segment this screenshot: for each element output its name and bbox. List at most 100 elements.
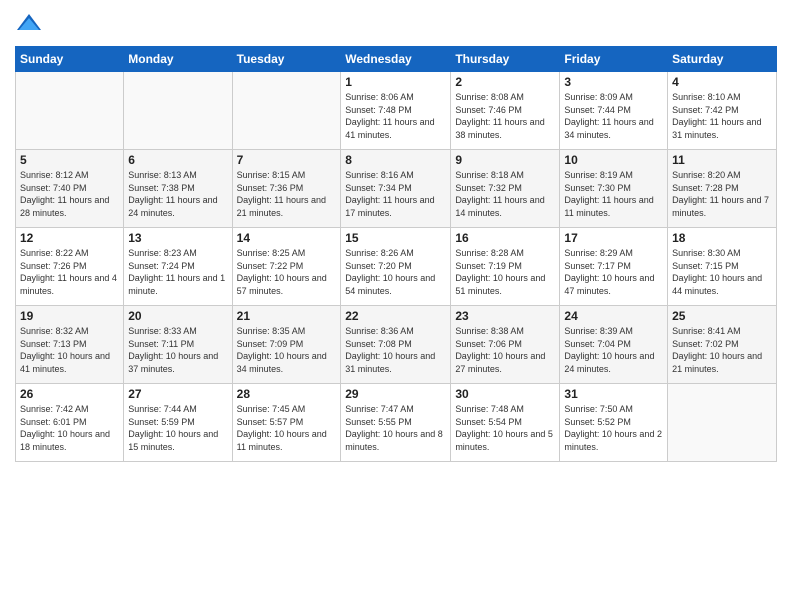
- table-row: 19 Sunrise: 8:32 AM Sunset: 7:13 PM Dayli…: [16, 306, 124, 384]
- table-row: 17 Sunrise: 8:29 AM Sunset: 7:17 PM Dayli…: [560, 228, 668, 306]
- col-saturday: Saturday: [668, 47, 777, 72]
- day-number: 7: [237, 153, 337, 167]
- day-info: Sunrise: 7:47 AM Sunset: 5:55 PM Dayligh…: [345, 403, 446, 453]
- calendar-week-row: 1Sunrise: 8:06 AM Sunset: 7:48 PM Daylig…: [16, 72, 777, 150]
- table-row: 4 Sunrise: 8:10 AM Sunset: 7:42 PM Daylig…: [668, 72, 777, 150]
- day-number: 9: [455, 153, 555, 167]
- day-number: 18: [672, 231, 772, 245]
- day-number: 6: [128, 153, 227, 167]
- day-number: 10: [564, 153, 663, 167]
- table-row: 13 Sunrise: 8:23 AM Sunset: 7:24 PM Dayli…: [124, 228, 232, 306]
- day-info: Sunrise: 7:50 AM Sunset: 5:52 PM Dayligh…: [564, 403, 663, 453]
- table-row: 14Sunrise: 8:25 AM Sunset: 7:22 PM Dayli…: [232, 228, 341, 306]
- calendar-table: Sunday Monday Tuesday Wednesday Thursday…: [15, 46, 777, 462]
- day-info: Sunrise: 8:15 AM Sunset: 7:36 PM Dayligh…: [237, 169, 337, 219]
- day-number: 22: [345, 309, 446, 323]
- table-row: 16Sunrise: 8:28 AM Sunset: 7:19 PM Dayli…: [451, 228, 560, 306]
- day-number: 4: [672, 75, 772, 89]
- day-number: 8: [345, 153, 446, 167]
- calendar-header-row: Sunday Monday Tuesday Wednesday Thursday…: [16, 47, 777, 72]
- table-row: 21 Sunrise: 8:35 AM Sunset: 7:09 PM Dayli…: [232, 306, 341, 384]
- day-number: 25: [672, 309, 772, 323]
- calendar-week-row: 5 Sunrise: 8:12 AM Sunset: 7:40 PM Daylig…: [16, 150, 777, 228]
- day-info: Sunrise: 8:18 AM Sunset: 7:32 PM Dayligh…: [455, 169, 555, 219]
- table-row: 20 Sunrise: 8:33 AM Sunset: 7:11 PM Dayli…: [124, 306, 232, 384]
- day-number: 27: [128, 387, 227, 401]
- calendar-week-row: 12 Sunrise: 8:22 AM Sunset: 7:26 PM Dayli…: [16, 228, 777, 306]
- day-number: 16: [455, 231, 555, 245]
- table-row: 3 Sunrise: 8:09 AM Sunset: 7:44 PM Daylig…: [560, 72, 668, 150]
- day-number: 31: [564, 387, 663, 401]
- day-info: Sunrise: 7:42 AM Sunset: 6:01 PM Dayligh…: [20, 403, 119, 453]
- table-row: [232, 72, 341, 150]
- day-info: Sunrise: 7:45 AM Sunset: 5:57 PM Dayligh…: [237, 403, 337, 453]
- calendar-week-row: 26 Sunrise: 7:42 AM Sunset: 6:01 PM Dayli…: [16, 384, 777, 462]
- day-number: 20: [128, 309, 227, 323]
- day-number: 30: [455, 387, 555, 401]
- day-info: Sunrise: 8:33 AM Sunset: 7:11 PM Dayligh…: [128, 325, 227, 375]
- day-number: 2: [455, 75, 555, 89]
- day-number: 17: [564, 231, 663, 245]
- table-row: [16, 72, 124, 150]
- logo-icon: [15, 10, 43, 38]
- day-number: 23: [455, 309, 555, 323]
- logo: [15, 10, 47, 38]
- day-info: Sunrise: 8:08 AM Sunset: 7:46 PM Dayligh…: [455, 91, 555, 141]
- table-row: [668, 384, 777, 462]
- day-number: 26: [20, 387, 119, 401]
- table-row: 6 Sunrise: 8:13 AM Sunset: 7:38 PM Daylig…: [124, 150, 232, 228]
- col-monday: Monday: [124, 47, 232, 72]
- table-row: 15Sunrise: 8:26 AM Sunset: 7:20 PM Dayli…: [341, 228, 451, 306]
- day-info: Sunrise: 8:23 AM Sunset: 7:24 PM Dayligh…: [128, 247, 227, 297]
- day-number: 5: [20, 153, 119, 167]
- table-row: 30 Sunrise: 7:48 AM Sunset: 5:54 PM Dayli…: [451, 384, 560, 462]
- day-info: Sunrise: 8:22 AM Sunset: 7:26 PM Dayligh…: [20, 247, 119, 297]
- table-row: [124, 72, 232, 150]
- day-info: Sunrise: 8:35 AM Sunset: 7:09 PM Dayligh…: [237, 325, 337, 375]
- day-info: Sunrise: 8:09 AM Sunset: 7:44 PM Dayligh…: [564, 91, 663, 141]
- day-info: Sunrise: 8:16 AM Sunset: 7:34 PM Dayligh…: [345, 169, 446, 219]
- day-info: Sunrise: 7:44 AM Sunset: 5:59 PM Dayligh…: [128, 403, 227, 453]
- table-row: 29Sunrise: 7:47 AM Sunset: 5:55 PM Dayli…: [341, 384, 451, 462]
- day-info: Sunrise: 8:41 AM Sunset: 7:02 PM Dayligh…: [672, 325, 772, 375]
- table-row: 27 Sunrise: 7:44 AM Sunset: 5:59 PM Dayli…: [124, 384, 232, 462]
- col-wednesday: Wednesday: [341, 47, 451, 72]
- day-info: Sunrise: 8:20 AM Sunset: 7:28 PM Dayligh…: [672, 169, 772, 219]
- day-info: Sunrise: 8:39 AM Sunset: 7:04 PM Dayligh…: [564, 325, 663, 375]
- day-info: Sunrise: 7:48 AM Sunset: 5:54 PM Dayligh…: [455, 403, 555, 453]
- table-row: 25 Sunrise: 8:41 AM Sunset: 7:02 PM Dayli…: [668, 306, 777, 384]
- table-row: 28Sunrise: 7:45 AM Sunset: 5:57 PM Dayli…: [232, 384, 341, 462]
- day-info: Sunrise: 8:13 AM Sunset: 7:38 PM Dayligh…: [128, 169, 227, 219]
- col-tuesday: Tuesday: [232, 47, 341, 72]
- day-info: Sunrise: 8:32 AM Sunset: 7:13 PM Dayligh…: [20, 325, 119, 375]
- day-number: 21: [237, 309, 337, 323]
- day-number: 19: [20, 309, 119, 323]
- day-info: Sunrise: 8:30 AM Sunset: 7:15 PM Dayligh…: [672, 247, 772, 297]
- table-row: 22Sunrise: 8:36 AM Sunset: 7:08 PM Dayli…: [341, 306, 451, 384]
- col-thursday: Thursday: [451, 47, 560, 72]
- table-row: 9 Sunrise: 8:18 AM Sunset: 7:32 PM Daylig…: [451, 150, 560, 228]
- day-info: Sunrise: 8:06 AM Sunset: 7:48 PM Dayligh…: [345, 91, 446, 141]
- day-info: Sunrise: 8:12 AM Sunset: 7:40 PM Dayligh…: [20, 169, 119, 219]
- day-number: 14: [237, 231, 337, 245]
- col-sunday: Sunday: [16, 47, 124, 72]
- table-row: 31 Sunrise: 7:50 AM Sunset: 5:52 PM Dayli…: [560, 384, 668, 462]
- table-row: 12 Sunrise: 8:22 AM Sunset: 7:26 PM Dayli…: [16, 228, 124, 306]
- header: [15, 10, 777, 38]
- day-number: 12: [20, 231, 119, 245]
- day-info: Sunrise: 8:29 AM Sunset: 7:17 PM Dayligh…: [564, 247, 663, 297]
- table-row: 26 Sunrise: 7:42 AM Sunset: 6:01 PM Dayli…: [16, 384, 124, 462]
- table-row: 5 Sunrise: 8:12 AM Sunset: 7:40 PM Daylig…: [16, 150, 124, 228]
- table-row: 7 Sunrise: 8:15 AM Sunset: 7:36 PM Daylig…: [232, 150, 341, 228]
- table-row: 24Sunrise: 8:39 AM Sunset: 7:04 PM Dayli…: [560, 306, 668, 384]
- table-row: 8 Sunrise: 8:16 AM Sunset: 7:34 PM Daylig…: [341, 150, 451, 228]
- page: Sunday Monday Tuesday Wednesday Thursday…: [0, 0, 792, 612]
- day-info: Sunrise: 8:26 AM Sunset: 7:20 PM Dayligh…: [345, 247, 446, 297]
- table-row: 1Sunrise: 8:06 AM Sunset: 7:48 PM Daylig…: [341, 72, 451, 150]
- day-number: 3: [564, 75, 663, 89]
- day-info: Sunrise: 8:10 AM Sunset: 7:42 PM Dayligh…: [672, 91, 772, 141]
- calendar-week-row: 19 Sunrise: 8:32 AM Sunset: 7:13 PM Dayli…: [16, 306, 777, 384]
- day-info: Sunrise: 8:38 AM Sunset: 7:06 PM Dayligh…: [455, 325, 555, 375]
- day-number: 13: [128, 231, 227, 245]
- day-number: 11: [672, 153, 772, 167]
